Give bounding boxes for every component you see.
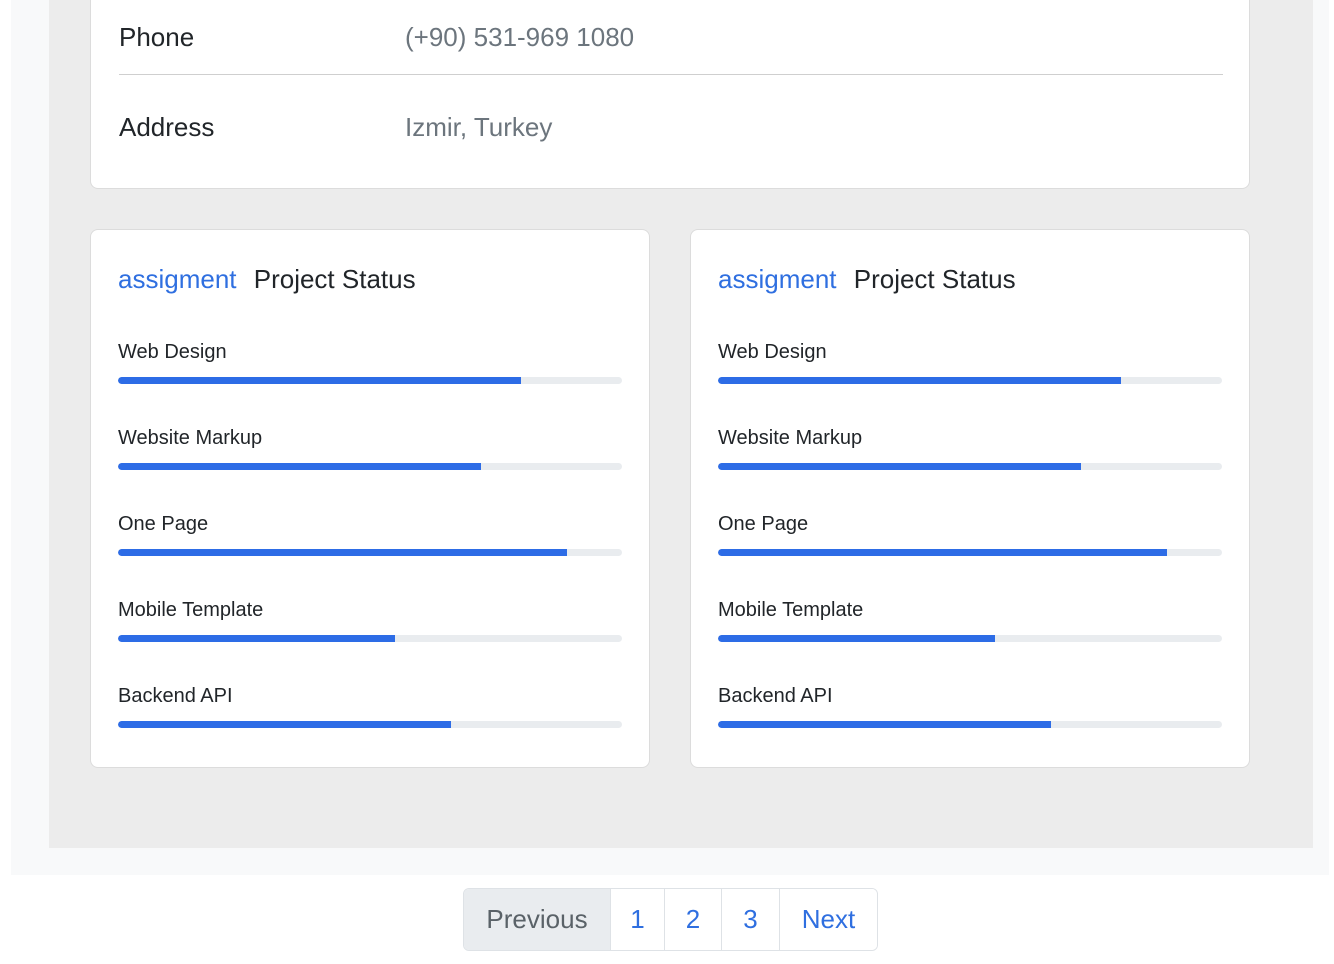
phone-label: Phone (119, 22, 195, 52)
progress-track (118, 721, 622, 728)
progress-fill (118, 549, 567, 556)
progress-fill (718, 463, 1081, 470)
progress-label: Website Markup (718, 427, 863, 449)
progress-fill (118, 463, 481, 470)
page-3-button[interactable]: 3 (721, 889, 779, 950)
progress-track (718, 721, 1222, 728)
address-label: Address (119, 111, 215, 142)
progress-label: Mobile Template (118, 599, 264, 621)
project-status-card: assigment Project Status Web Design Webs… (690, 229, 1250, 768)
phone-value: (+90) 531-969 1080 (405, 22, 635, 52)
progress-track (718, 377, 1222, 384)
progress-fill (718, 549, 1167, 556)
card-heading: assigment Project Status (718, 264, 1016, 295)
progress-item-website-markup: Website Markup (118, 427, 622, 470)
address-row: Address Izmir, Turkey (119, 95, 1223, 159)
assignment-tag: assigment (118, 264, 237, 294)
progress-item-one-page: One Page (718, 513, 1222, 556)
progress-track (118, 463, 622, 470)
progress-label: Web Design (118, 341, 227, 363)
progress-fill (118, 377, 522, 384)
progress-track (718, 549, 1222, 556)
progress-item-web-design: Web Design (718, 341, 1222, 384)
progress-item-one-page: One Page (118, 513, 622, 556)
progress-label: One Page (718, 513, 809, 535)
pagination: Previous 1 2 3 Next (463, 888, 878, 951)
progress-fill (718, 721, 1051, 728)
project-status-card: assigment Project Status Web Design Webs… (90, 229, 650, 768)
progress-item-web-design: Web Design (118, 341, 622, 384)
progress-label: Website Markup (118, 427, 263, 449)
progress-track (118, 377, 622, 384)
address-value: Izmir, Turkey (405, 111, 553, 142)
progress-fill (718, 635, 996, 642)
phone-row: Phone (+90) 531-969 1080 (119, 1, 1223, 75)
progress-fill (118, 721, 451, 728)
contact-info-card: Phone (+90) 531-969 1080 Address Izmir, … (90, 0, 1250, 189)
progress-label: Mobile Template (718, 599, 864, 621)
progress-item-backend-api: Backend API (718, 685, 1222, 728)
progress-track (118, 635, 622, 642)
progress-track (718, 463, 1222, 470)
progress-label: Web Design (718, 341, 827, 363)
progress-fill (718, 377, 1122, 384)
next-page-button[interactable]: Next (779, 889, 877, 950)
progress-label: One Page (118, 513, 209, 535)
progress-item-mobile-template: Mobile Template (118, 599, 622, 642)
progress-label: Backend API (718, 685, 833, 707)
progress-label: Backend API (118, 685, 233, 707)
previous-page-button[interactable]: Previous (464, 889, 610, 950)
progress-track (118, 549, 622, 556)
page-1-button[interactable]: 1 (610, 889, 664, 950)
progress-fill (118, 635, 396, 642)
card-heading: assigment Project Status (118, 264, 416, 295)
card-title: Project Status (853, 264, 1016, 294)
assignment-tag: assigment (718, 264, 837, 294)
progress-track (718, 635, 1222, 642)
progress-item-website-markup: Website Markup (718, 427, 1222, 470)
progress-item-mobile-template: Mobile Template (718, 599, 1222, 642)
progress-item-backend-api: Backend API (118, 685, 622, 728)
card-title: Project Status (253, 264, 416, 294)
page-2-button[interactable]: 2 (664, 889, 721, 950)
